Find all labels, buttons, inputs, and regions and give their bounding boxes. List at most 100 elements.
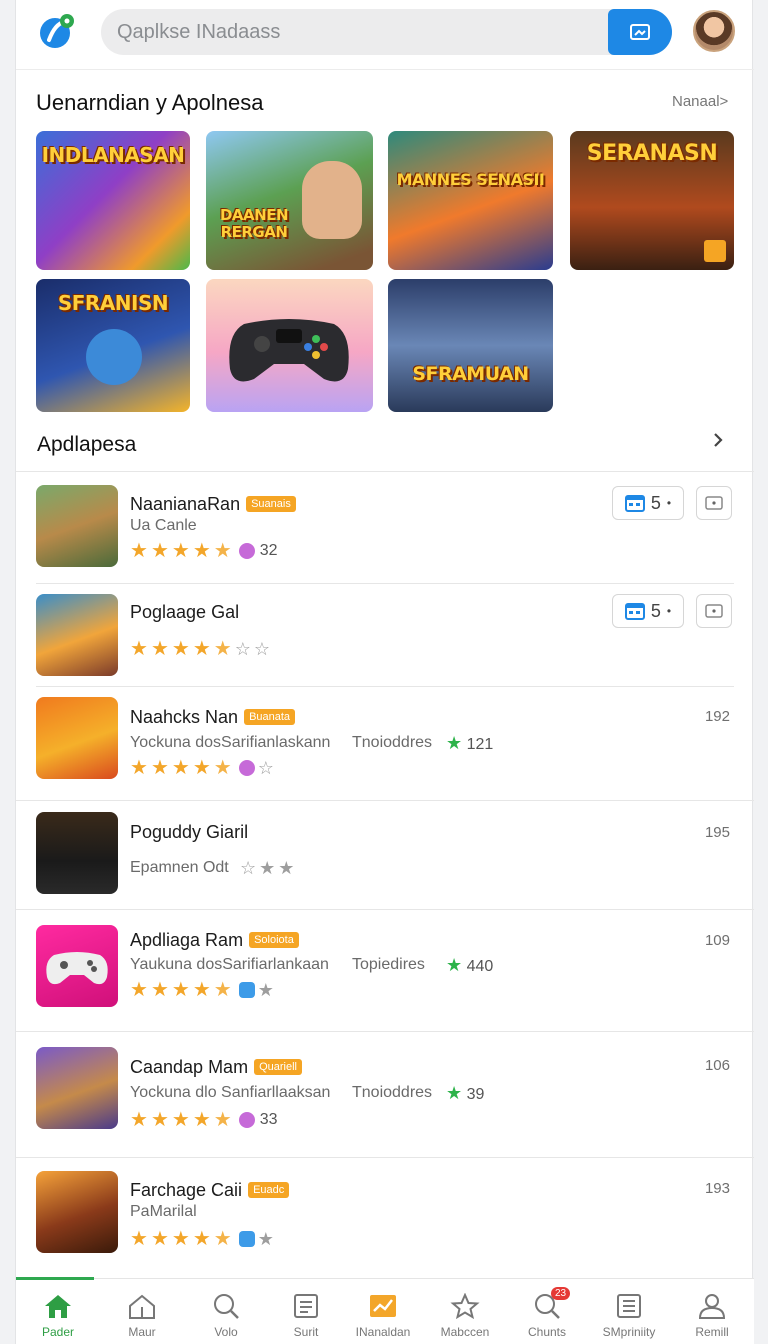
size-label: 5 bbox=[650, 492, 661, 513]
app-rank: 109 bbox=[704, 932, 730, 949]
image-search-icon bbox=[630, 24, 650, 40]
app-list-item[interactable]: Poglaage Gal ★ ★ ★ ★ ★ ☆ ☆ 5 • bbox=[16, 584, 754, 687]
star-icon: ★ bbox=[150, 638, 169, 660]
search-button[interactable] bbox=[608, 9, 672, 55]
nav-item-maur[interactable]: Maur bbox=[102, 1293, 182, 1339]
nav-label: INanaldan bbox=[355, 1325, 411, 1339]
app-subtitle: Yockuna dlo Sanfiarllaaksan bbox=[130, 1084, 331, 1101]
green-rating: ★ 121 bbox=[446, 733, 493, 754]
character-face bbox=[302, 161, 362, 239]
featured-section-title: Uenarndian y Apolnesa bbox=[36, 90, 264, 115]
green-star-icon: ★ bbox=[446, 733, 463, 753]
app-icon bbox=[36, 1047, 118, 1129]
app-list-item[interactable]: Caandap Mam Quariell Yockuna dlo Sanfiarl… bbox=[16, 1032, 754, 1158]
rating-stars: ★ ★ ★ ★ ★ ☆ bbox=[130, 757, 274, 779]
app-logo-icon[interactable] bbox=[38, 12, 76, 50]
nav-item-volo[interactable]: Volo bbox=[186, 1293, 266, 1339]
app-window: Qaplkse INadaass Uenarndian y Apolnesa N… bbox=[15, 0, 754, 1344]
search-icon bbox=[214, 1294, 239, 1319]
app-title: Poglaage Gal bbox=[130, 602, 240, 622]
shield-icon bbox=[238, 1231, 255, 1247]
chevron-right-icon[interactable] bbox=[712, 432, 724, 448]
star-empty-icon: ☆ bbox=[240, 858, 257, 878]
app-list-item[interactable]: NaanianaRan Suanais Ua Canle ★ ★ ★ ★ ★ 32 5 • bbox=[16, 472, 754, 584]
featured-tile-5[interactable]: SFRANISN bbox=[36, 279, 190, 412]
featured-tile-4[interactable]: SERANASN bbox=[570, 131, 734, 270]
green-rating-value: 121 bbox=[466, 736, 494, 753]
tile-title: SERANASN bbox=[586, 141, 718, 166]
more-options-button[interactable] bbox=[696, 486, 732, 520]
star-icon: ★ bbox=[192, 540, 211, 562]
app-subtitle: Yaukuna dosSarifiarlankaan bbox=[130, 956, 329, 973]
star-icon: ★ bbox=[130, 638, 148, 660]
nav-label: Maur bbox=[128, 1325, 156, 1339]
star-icon: ★ bbox=[192, 757, 211, 779]
gamepad-icon bbox=[229, 319, 349, 382]
app-list-item[interactable]: Poguddy Giaril Epamnen Odt ☆ ★ ★ 195 bbox=[16, 801, 754, 910]
app-title: NaanianaRan Suanais bbox=[130, 494, 296, 515]
app-list-item[interactable]: Naahcks Nan Buanata Yockuna dosSarifianla… bbox=[16, 687, 754, 801]
app-icon bbox=[36, 697, 118, 779]
nav-item-remill[interactable]: Remill bbox=[672, 1293, 752, 1339]
install-size-button[interactable]: 5 • bbox=[612, 594, 684, 628]
featured-see-more-link[interactable]: Nanaal> bbox=[672, 93, 728, 110]
nav-item-surit[interactable]: Surit bbox=[266, 1293, 346, 1339]
gamepad-icon bbox=[46, 952, 108, 985]
app-list-item[interactable]: Farchage Caii Euadc PaMarilal ★ ★ ★ ★ ★ ★ 193 bbox=[16, 1158, 754, 1278]
star-icon: ★ bbox=[130, 757, 148, 779]
square-dot-icon bbox=[705, 604, 723, 618]
featured-tile-7[interactable]: SFRAMUAN bbox=[388, 279, 553, 412]
app-title: Farchage Caii Euadc bbox=[130, 1180, 290, 1201]
search-bar[interactable]: Qaplkse INadaass bbox=[101, 9, 672, 55]
app-rank: 193 bbox=[704, 1180, 730, 1197]
nav-item-inanaldan[interactable]: INanaldan bbox=[343, 1293, 423, 1339]
app-icon bbox=[36, 485, 118, 567]
app-badge: Suanais bbox=[246, 496, 296, 512]
featured-tile-1[interactable]: INDLANASAN bbox=[36, 131, 190, 270]
app-list-item[interactable]: Apdliaga Ram Soloiota Yaukuna dosSarifiar… bbox=[16, 910, 754, 1032]
star-half-icon: ★ bbox=[213, 638, 232, 660]
install-size-button[interactable]: 5 • bbox=[612, 486, 684, 520]
star-icon: ★ bbox=[278, 858, 295, 878]
mascot-illustration bbox=[86, 329, 142, 385]
featured-tile-2[interactable]: DAANEN RERGAN bbox=[206, 131, 373, 270]
app-title-text: Naahcks Nan bbox=[130, 707, 239, 727]
nav-item-smpriniity[interactable]: SMpriniity bbox=[589, 1293, 669, 1339]
rating-stars: ☆ ★ ★ bbox=[240, 857, 294, 879]
nav-label: Mabccen bbox=[440, 1325, 490, 1339]
featured-tile-6[interactable] bbox=[206, 279, 373, 412]
nav-label: Remill bbox=[695, 1325, 729, 1339]
list-icon bbox=[617, 1294, 641, 1318]
nav-label: SMpriniity bbox=[602, 1325, 656, 1339]
chart-icon bbox=[370, 1295, 396, 1317]
gem-icon bbox=[238, 760, 255, 776]
star-icon: ★ bbox=[150, 979, 169, 1001]
person-icon bbox=[698, 1294, 726, 1319]
tile-title: INDLANASAN bbox=[41, 143, 185, 167]
green-rating-value: 440 bbox=[466, 958, 494, 975]
nav-item-mabccen[interactable]: Mabccen bbox=[425, 1293, 505, 1339]
app-title: Poguddy Giaril bbox=[130, 822, 249, 842]
app-title-text: Farchage Caii bbox=[130, 1180, 243, 1200]
star-icon: ★ bbox=[150, 1109, 169, 1131]
app-subtitle: Epamnen Odt bbox=[130, 859, 229, 876]
notification-badge: 23 bbox=[551, 1287, 571, 1300]
star-icon: ★ bbox=[192, 979, 211, 1001]
app-rank: 192 bbox=[704, 708, 730, 725]
more-options-button[interactable] bbox=[696, 594, 732, 628]
star-half-icon: ★ bbox=[213, 1228, 232, 1250]
search-input[interactable]: Qaplkse INadaass bbox=[117, 21, 280, 44]
star-icon: ★ bbox=[150, 757, 169, 779]
rating-count: 32 bbox=[259, 542, 278, 559]
star-icon: ★ bbox=[259, 858, 276, 878]
nav-item-chunts[interactable]: 23 Chunts bbox=[507, 1287, 587, 1339]
rating-count: 33 bbox=[259, 1111, 278, 1128]
green-rating: ★ 39 bbox=[446, 1083, 484, 1104]
star-empty-icon: ☆ bbox=[234, 639, 251, 659]
user-avatar[interactable] bbox=[693, 10, 735, 52]
star-icon: ★ bbox=[130, 540, 148, 562]
featured-tile-3[interactable]: MANNES SENASII bbox=[388, 131, 553, 270]
nav-item-pader[interactable]: Pader bbox=[18, 1293, 98, 1339]
rating-stars: ★ ★ ★ ★ ★ ☆ ☆ bbox=[130, 638, 270, 660]
document-icon bbox=[294, 1294, 318, 1318]
